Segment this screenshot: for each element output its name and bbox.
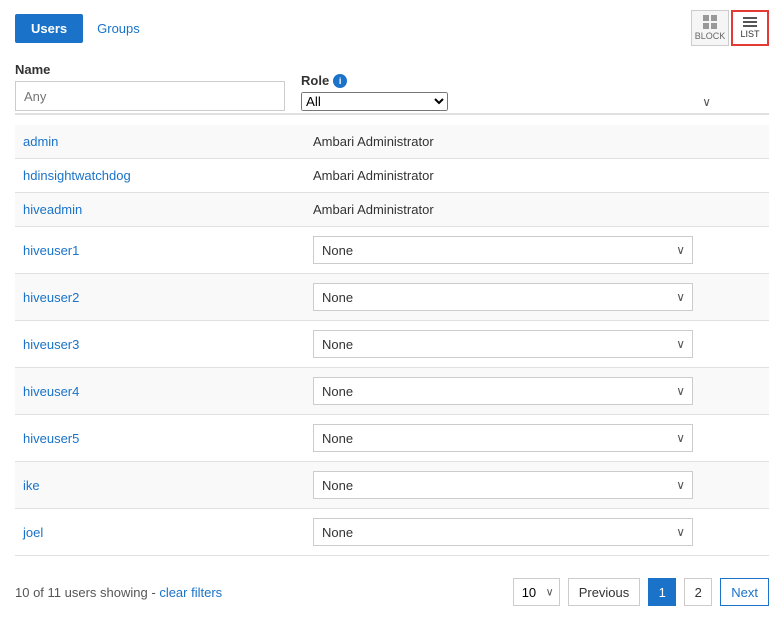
user-role-cell: NoneAmbari Administrator (305, 227, 769, 274)
showing-text: 10 of 11 users showing (15, 585, 148, 600)
table-row: joel NoneAmbari Administrator (15, 509, 769, 556)
table-row: hdinsightwatchdogAmbari Administrator (15, 159, 769, 193)
user-role-dropdown-wrapper: NoneAmbari Administrator (313, 283, 693, 311)
user-role-dropdown-wrapper: NoneAmbari Administrator (313, 471, 693, 499)
user-role-select[interactable]: NoneAmbari Administrator (313, 471, 693, 499)
table-row: hiveuser4 NoneAmbari Administrator (15, 368, 769, 415)
user-role-dropdown-wrapper: NoneAmbari Administrator (313, 424, 693, 452)
user-name-cell[interactable]: joel (15, 509, 305, 556)
user-role-select[interactable]: NoneAmbari Administrator (313, 424, 693, 452)
role-filter-group: Role i All Ambari Administrator None (301, 73, 721, 111)
user-role-cell: NoneAmbari Administrator (305, 321, 769, 368)
filters-row: Name Role i All Ambari Administrator Non… (15, 62, 769, 111)
user-name-cell[interactable]: admin (15, 125, 305, 159)
name-filter-label: Name (15, 62, 285, 77)
table-row: hiveuser5 NoneAmbari Administrator (15, 415, 769, 462)
user-role-dropdown-wrapper: NoneAmbari Administrator (313, 330, 693, 358)
footer-info: 10 of 11 users showing - clear filters (15, 585, 222, 600)
page-2-button[interactable]: 2 (684, 578, 712, 606)
user-name-cell[interactable]: hiveadmin (15, 193, 305, 227)
block-label: BLOCK (695, 31, 726, 41)
user-name-cell[interactable]: hiveuser2 (15, 274, 305, 321)
table-row: hiveadminAmbari Administrator (15, 193, 769, 227)
next-button[interactable]: Next (720, 578, 769, 606)
user-name-cell[interactable]: hdinsightwatchdog (15, 159, 305, 193)
user-name-cell[interactable]: ike (15, 462, 305, 509)
user-name-cell[interactable]: hiveuser1 (15, 227, 305, 274)
user-name-cell[interactable]: hiveuser3 (15, 321, 305, 368)
page-1-button[interactable]: 1 (648, 578, 676, 606)
pagination: 10 25 50 Previous 1 2 Next (513, 578, 769, 606)
user-role-dropdown-wrapper: NoneAmbari Administrator (313, 236, 693, 264)
previous-button[interactable]: Previous (568, 578, 641, 606)
list-icon (743, 17, 757, 27)
list-label: LIST (740, 29, 759, 39)
table-row: hiveuser3 NoneAmbari Administrator (15, 321, 769, 368)
tab-users[interactable]: Users (15, 14, 83, 43)
user-role-select[interactable]: NoneAmbari Administrator (313, 236, 693, 264)
user-role-dropdown-wrapper: NoneAmbari Administrator (313, 377, 693, 405)
role-filter-wrapper: All Ambari Administrator None (301, 92, 721, 111)
role-filter-label: Role i (301, 73, 721, 88)
user-role-dropdown-wrapper: NoneAmbari Administrator (313, 518, 693, 546)
role-info-icon[interactable]: i (333, 74, 347, 88)
table-row: hiveuser1 NoneAmbari Administrator (15, 227, 769, 274)
name-filter-group: Name (15, 62, 285, 111)
block-view-button[interactable]: BLOCK (691, 10, 729, 46)
divider (15, 113, 769, 115)
clear-filters-link[interactable]: clear filters (159, 585, 222, 600)
user-role-cell: NoneAmbari Administrator (305, 415, 769, 462)
view-toggle: BLOCK LIST (691, 10, 769, 46)
table-row: ike NoneAmbari Administrator (15, 462, 769, 509)
name-input[interactable] (15, 81, 285, 111)
tab-groups[interactable]: Groups (91, 16, 146, 41)
user-role-cell: NoneAmbari Administrator (305, 509, 769, 556)
list-view-button[interactable]: LIST (731, 10, 769, 46)
grid-icon (703, 15, 717, 29)
role-select[interactable]: All Ambari Administrator None (301, 92, 448, 111)
user-role-select[interactable]: NoneAmbari Administrator (313, 283, 693, 311)
user-role-cell: NoneAmbari Administrator (305, 368, 769, 415)
user-table: adminAmbari Administratorhdinsightwatchd… (15, 125, 769, 556)
table-row: adminAmbari Administrator (15, 125, 769, 159)
footer: 10 of 11 users showing - clear filters 1… (15, 570, 769, 606)
tab-group: Users Groups (15, 14, 146, 43)
per-page-wrapper: 10 25 50 (513, 578, 560, 606)
user-name-cell[interactable]: hiveuser4 (15, 368, 305, 415)
user-role-cell: Ambari Administrator (305, 159, 769, 193)
user-role-select[interactable]: NoneAmbari Administrator (313, 518, 693, 546)
user-role-cell: NoneAmbari Administrator (305, 462, 769, 509)
user-role-cell: Ambari Administrator (305, 125, 769, 159)
user-role-cell: Ambari Administrator (305, 193, 769, 227)
user-role-cell: NoneAmbari Administrator (305, 274, 769, 321)
user-role-select[interactable]: NoneAmbari Administrator (313, 330, 693, 358)
per-page-select[interactable]: 10 25 50 (513, 578, 560, 606)
table-row: hiveuser2 NoneAmbari Administrator (15, 274, 769, 321)
user-role-select[interactable]: NoneAmbari Administrator (313, 377, 693, 405)
user-name-cell[interactable]: hiveuser5 (15, 415, 305, 462)
top-bar: Users Groups BLOCK LIST (15, 10, 769, 46)
